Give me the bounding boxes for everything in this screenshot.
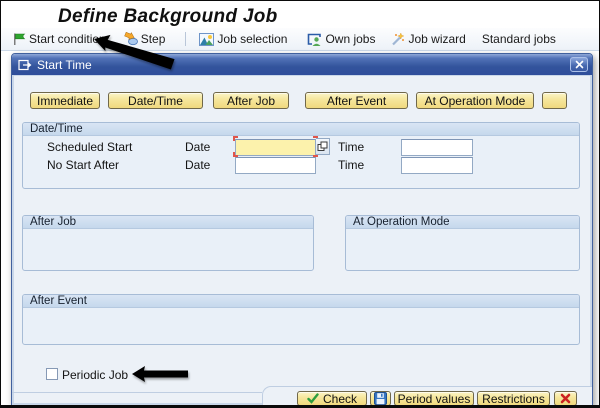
toolbar-label: Standard jobs [481,32,556,46]
start-time-dialog: Start Time Immediate Date/Time After Job… [11,53,593,406]
extra-blank-button[interactable] [542,92,567,109]
check-button-label: Check [322,391,357,406]
time-label: Time [338,140,365,154]
save-button[interactable] [370,391,391,405]
annotation-arrow-start-condition [94,34,175,70]
no-start-after-date-fieldwrap [235,156,316,174]
no-start-after-time-fieldwrap [401,156,473,174]
check-icon [307,393,319,404]
toolbar-label: Job wizard [408,32,466,46]
no-start-after-label: No Start After [47,158,120,172]
cancel-icon [560,393,571,404]
periodic-job-label: Periodic Job [62,368,129,382]
group-date-time: Date/Time Scheduled Start Date Time No S… [22,122,580,189]
save-icon [374,392,387,405]
job-wizard-icon [390,32,405,46]
group-header: Date/Time [23,123,579,136]
own-jobs-icon [307,33,322,46]
date-time-button[interactable]: Date/Time [108,92,203,109]
value-help-icon [317,141,328,152]
restrictions-button[interactable]: Restrictions [477,391,550,405]
footer-divider [12,392,262,393]
group-header: After Event [23,295,579,308]
period-values-button[interactable]: Period values [394,391,474,405]
periodic-job-checkbox[interactable] [46,368,58,380]
toolbar-button-job-wizard[interactable]: Job wizard [390,32,466,46]
date-label: Date [185,158,211,172]
annotation-arrow-periodic-job [132,366,188,382]
check-button[interactable]: Check [297,391,367,406]
date-label: Date [185,140,211,154]
after-event-button[interactable]: After Event [305,92,408,109]
time-label: Time [338,158,365,172]
after-job-button[interactable]: After Job [213,92,289,109]
at-operation-mode-button[interactable]: At Operation Mode [416,92,534,109]
scheduled-start-label: Scheduled Start [47,140,133,154]
no-start-after-time-field[interactable] [401,156,473,174]
focus-corner [233,136,238,141]
group-after-event: After Event [22,294,580,345]
toolbar-label: Job selection [217,32,288,46]
group-at-operation-mode: At Operation Mode [345,215,580,271]
toolbar-button-standard-jobs[interactable]: Standard jobs [482,32,556,46]
scheduled-start-time-field[interactable] [401,138,473,156]
scheduled-start-date-fieldwrap [233,136,318,157]
group-header: After Job [23,216,313,229]
job-selection-icon [199,32,215,46]
scheduled-start-time-fieldwrap [401,138,473,156]
no-start-after-date-field[interactable] [235,156,316,174]
group-after-job: After Job [22,215,314,271]
toolbar-label: Own jobs [325,32,376,46]
sap-window: Define Background Job Start condition St… [0,0,600,408]
flag-icon [12,32,26,46]
scheduled-start-date-field[interactable] [235,138,316,156]
dialog-title: Start Time [37,57,92,72]
page-title: Define Background Job [58,6,278,27]
cancel-button[interactable] [554,391,577,405]
close-icon [575,60,584,69]
value-help-button[interactable] [316,138,330,155]
group-header: At Operation Mode [346,216,579,229]
dialog-icon [18,59,32,71]
toolbar-button-own-jobs[interactable]: Own jobs [307,32,375,46]
toolbar-button-job-selection[interactable]: Job selection [199,32,287,46]
close-button[interactable] [570,57,588,72]
immediate-button[interactable]: Immediate [30,92,100,109]
